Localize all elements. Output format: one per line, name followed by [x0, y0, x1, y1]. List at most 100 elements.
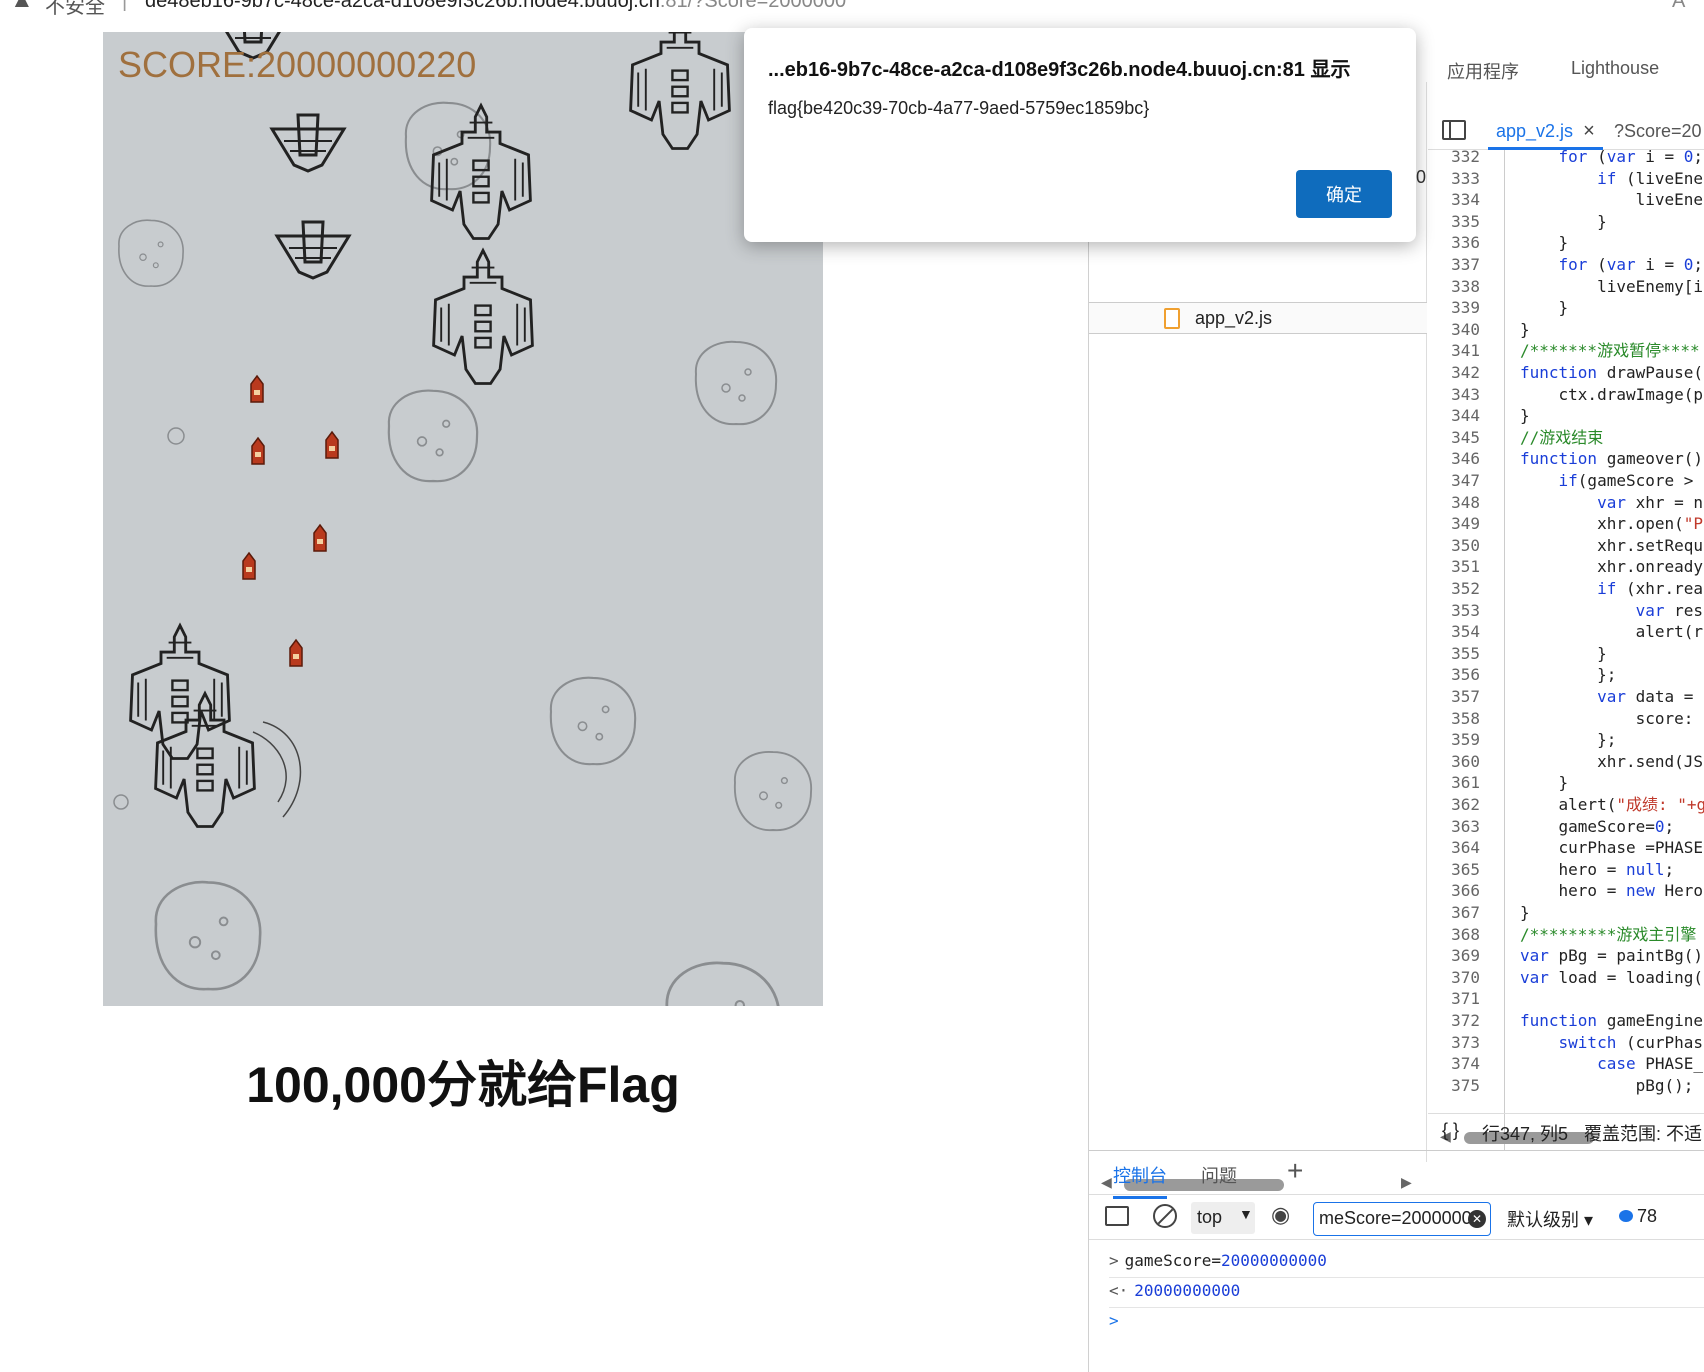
code-line[interactable]: 336 }: [1428, 232, 1568, 254]
code-line[interactable]: 357 var data =: [1428, 686, 1693, 708]
line-number[interactable]: 345: [1428, 427, 1480, 449]
code-line[interactable]: 373 switch (curPhas: [1428, 1032, 1703, 1054]
line-number[interactable]: 349: [1428, 513, 1480, 535]
code-line[interactable]: 360 xhr.send(JS: [1428, 751, 1703, 773]
pretty-print-button[interactable]: { }: [1442, 1120, 1459, 1141]
code-line[interactable]: 364 curPhase =PHASE: [1428, 837, 1703, 859]
line-number[interactable]: 363: [1428, 816, 1480, 838]
code-line[interactable]: 374 case PHASE_: [1428, 1053, 1703, 1075]
line-number[interactable]: 348: [1428, 492, 1480, 514]
code-line[interactable]: 372 function gameEngine: [1428, 1010, 1703, 1032]
line-number[interactable]: 370: [1428, 967, 1480, 989]
game-canvas[interactable]: SCORE:20000000220: [103, 32, 823, 1006]
insecure-label[interactable]: 不安全: [45, 0, 105, 19]
line-number[interactable]: 343: [1428, 384, 1480, 406]
console-prompt[interactable]: >: [1109, 1311, 1119, 1330]
code-line[interactable]: 352 if (xhr.rea: [1428, 578, 1703, 600]
code-line[interactable]: 370 var load = loading(: [1428, 967, 1703, 989]
code-line[interactable]: 347 if(gameScore >: [1428, 470, 1693, 492]
code-line[interactable]: 368 /*********游戏主引擎: [1428, 924, 1696, 946]
line-number[interactable]: 352: [1428, 578, 1480, 600]
code-view[interactable]: 332 for (var i = 0; 333 if (liveEne 334 li…: [1428, 150, 1704, 1150]
code-line[interactable]: 365 hero = null;: [1428, 859, 1674, 881]
line-number[interactable]: 334: [1428, 189, 1480, 211]
code-line[interactable]: 367}: [1428, 902, 1530, 924]
line-number[interactable]: 375: [1428, 1075, 1480, 1097]
address-bar[interactable]: ▲ 不安全 | de48eb16-9b7c-48ce-a2ca-d108e9f3…: [0, 0, 1704, 30]
line-number[interactable]: 359: [1428, 729, 1480, 751]
line-number[interactable]: 336: [1428, 232, 1480, 254]
code-line[interactable]: 338 liveEnemy[i: [1428, 276, 1703, 298]
url-text[interactable]: de48eb16-9b7c-48ce-a2ca-d108e9f3c26b.nod…: [145, 0, 846, 13]
code-line[interactable]: 371: [1428, 988, 1480, 1010]
code-line[interactable]: 343 ctx.drawImage(p: [1428, 384, 1703, 406]
code-line[interactable]: 369 var pBg = paintBg(): [1428, 945, 1703, 967]
line-number[interactable]: 367: [1428, 902, 1480, 924]
context-select[interactable]: top ▼: [1191, 1202, 1255, 1234]
line-number[interactable]: 373: [1428, 1032, 1480, 1054]
filter-input[interactable]: meScore=2000000 ✕: [1313, 1202, 1491, 1236]
code-line[interactable]: 356 };: [1428, 664, 1616, 686]
code-line[interactable]: 375 pBg();: [1428, 1075, 1693, 1097]
line-number[interactable]: 364: [1428, 837, 1480, 859]
line-number[interactable]: 338: [1428, 276, 1480, 298]
code-line[interactable]: 363 gameScore=0;: [1428, 816, 1674, 838]
line-number[interactable]: 342: [1428, 362, 1480, 384]
code-line[interactable]: 333 if (liveEne: [1428, 168, 1703, 190]
ok-button[interactable]: 确定: [1296, 170, 1392, 218]
warning-icon[interactable]: ▲: [10, 0, 34, 14]
code-line[interactable]: 346 function gameover(): [1428, 448, 1703, 470]
live-expression-icon[interactable]: ◉: [1271, 1202, 1290, 1228]
line-number[interactable]: 347: [1428, 470, 1480, 492]
line-number[interactable]: 350: [1428, 535, 1480, 557]
line-number[interactable]: 361: [1428, 772, 1480, 794]
code-line[interactable]: 332 for (var i = 0;: [1428, 150, 1703, 168]
line-number[interactable]: 369: [1428, 945, 1480, 967]
code-line[interactable]: 335 }: [1428, 211, 1607, 233]
line-number[interactable]: 357: [1428, 686, 1480, 708]
clear-filter-icon[interactable]: ✕: [1468, 1210, 1486, 1228]
line-number[interactable]: 358: [1428, 708, 1480, 730]
read-aloud-button[interactable]: A": [1672, 0, 1692, 13]
tab-app-v2-js[interactable]: app_v2.js ×: [1488, 112, 1603, 150]
line-number[interactable]: 356: [1428, 664, 1480, 686]
tab-application[interactable]: 应用程序: [1447, 58, 1519, 84]
line-number[interactable]: 333: [1428, 168, 1480, 190]
line-number[interactable]: 360: [1428, 751, 1480, 773]
code-line[interactable]: 361 }: [1428, 772, 1568, 794]
code-line[interactable]: 345 //游戏结束: [1428, 427, 1603, 449]
line-number[interactable]: 337: [1428, 254, 1480, 276]
file-item-app-v2[interactable]: app_v2.js: [1089, 302, 1427, 334]
line-number[interactable]: 374: [1428, 1053, 1480, 1075]
line-number[interactable]: 355: [1428, 643, 1480, 665]
code-line[interactable]: 350 xhr.setRequ: [1428, 535, 1703, 557]
line-number[interactable]: 354: [1428, 621, 1480, 643]
code-line[interactable]: 354 alert(r: [1428, 621, 1703, 643]
tab-score-query[interactable]: ?Score=20: [1614, 112, 1702, 150]
line-number[interactable]: 371: [1428, 988, 1480, 1010]
code-line[interactable]: 349 xhr.open("P: [1428, 513, 1703, 535]
line-number[interactable]: 365: [1428, 859, 1480, 881]
code-line[interactable]: 340}: [1428, 319, 1530, 341]
code-line[interactable]: 334 liveEne: [1428, 189, 1703, 211]
tab-console[interactable]: 控制台: [1113, 1162, 1167, 1199]
line-number[interactable]: 368: [1428, 924, 1480, 946]
line-number[interactable]: 362: [1428, 794, 1480, 816]
code-line[interactable]: 348 var xhr = n: [1428, 492, 1703, 514]
line-number[interactable]: 344: [1428, 405, 1480, 427]
line-number[interactable]: 346: [1428, 448, 1480, 470]
clear-console-icon[interactable]: [1153, 1204, 1177, 1228]
code-line[interactable]: 366 hero = new Hero: [1428, 880, 1703, 902]
code-line[interactable]: 337 for (var i = 0;: [1428, 254, 1703, 276]
toggle-navigator-icon[interactable]: [1442, 120, 1466, 140]
code-line[interactable]: 353 var res: [1428, 600, 1703, 622]
line-number[interactable]: 340: [1428, 319, 1480, 341]
code-line[interactable]: 359 };: [1428, 729, 1616, 751]
message-count[interactable]: 78: [1619, 1206, 1657, 1227]
code-line[interactable]: 339 }: [1428, 297, 1568, 319]
line-number[interactable]: 339: [1428, 297, 1480, 319]
code-line[interactable]: 358 score:: [1428, 708, 1693, 730]
code-line[interactable]: 355 }: [1428, 643, 1607, 665]
code-line[interactable]: 351 xhr.onready: [1428, 556, 1703, 578]
line-number[interactable]: 341: [1428, 340, 1480, 362]
